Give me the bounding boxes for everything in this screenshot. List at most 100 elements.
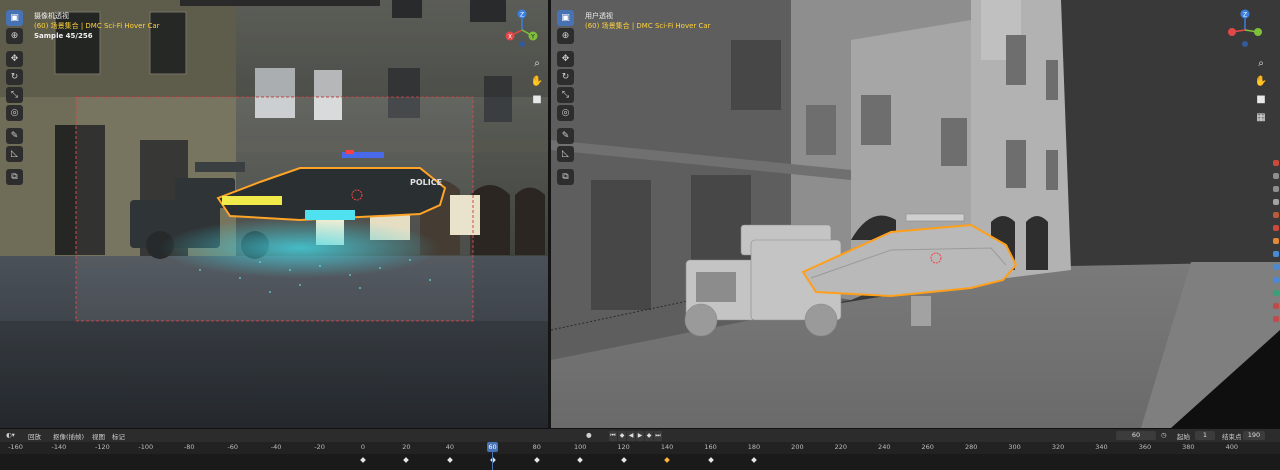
texture-tab-icon[interactable]	[1273, 316, 1279, 322]
measure-icon[interactable]: ◺	[6, 146, 23, 162]
menu-playback[interactable]: 回放	[28, 431, 41, 441]
ruler-tick: 340	[1095, 443, 1108, 451]
keyframe-track[interactable]	[0, 454, 1280, 470]
start-frame-field[interactable]: 1	[1195, 431, 1215, 440]
ruler-tick: 320	[1051, 443, 1065, 451]
keyframe-diamond[interactable]	[707, 457, 714, 463]
properties-tab-strip	[1272, 160, 1280, 329]
transform-icon[interactable]: ◎	[557, 105, 574, 121]
move-icon[interactable]: ✥	[557, 51, 574, 67]
svg-text:Z: Z	[520, 12, 524, 19]
frame-ruler[interactable]: -160 -140 -120 -100 -80 -60 -40 -20 0 20 40 60 80 100…	[0, 442, 1280, 454]
measure-icon[interactable]: ◺	[557, 146, 574, 162]
playhead-frame-indicator[interactable]: 60	[487, 442, 498, 452]
pan-hand-icon[interactable]: ✋	[1254, 74, 1268, 88]
current-frame-field[interactable]: 60	[1116, 431, 1156, 440]
add-cube-icon[interactable]: ⧉	[6, 169, 23, 185]
svg-text:X: X	[508, 34, 512, 41]
ruler-tick: -60	[227, 443, 238, 451]
select-box-icon[interactable]: ▣	[557, 10, 574, 26]
solid-scene-image	[551, 0, 1280, 428]
playback-controls: ⏮ ◆ ◀ ▶ ◆ ⏭	[609, 431, 662, 441]
object-tab-icon[interactable]	[1273, 238, 1279, 244]
start-frame-label: 起始	[1177, 433, 1190, 441]
particles-tab-icon[interactable]	[1273, 264, 1279, 270]
grid-view-icon[interactable]: ▦	[1254, 110, 1268, 124]
annotate-icon[interactable]: ✎	[6, 128, 23, 144]
keyframe-diamond[interactable]	[620, 457, 627, 463]
record-button[interactable]: ●	[586, 431, 592, 439]
keyframe-diamond[interactable]	[577, 457, 584, 463]
ruler-tick: 140	[660, 443, 674, 451]
cursor-icon[interactable]: ⊕	[6, 28, 23, 44]
ruler-tick: 200	[791, 443, 804, 451]
viewport-title: 摄像机透视	[34, 12, 69, 20]
add-cube-icon[interactable]: ⧉	[557, 169, 574, 185]
ruler-tick: 80	[532, 443, 541, 451]
viewport-header-strip[interactable]	[180, 0, 380, 6]
keyframe-diamond[interactable]	[403, 457, 410, 463]
view-layer-tab-icon[interactable]	[1273, 199, 1279, 205]
ruler-tick: 300	[1008, 443, 1021, 451]
camera-viewport[interactable]: POLICE 摄像机透视 (60) 场景集合 | DMC Sci-Fi Hove…	[0, 0, 548, 428]
rotate-icon[interactable]: ↻	[6, 69, 23, 85]
ruler-tick: 0	[360, 443, 366, 451]
menu-view[interactable]: 视图	[92, 431, 105, 441]
ruler-tick: 280	[964, 443, 978, 451]
tool-shelf: ▣ ⊕ ✥ ↻ ⤡ ◎ ✎ ◺ ⧉	[6, 10, 23, 187]
timeline-editor-icon[interactable]: ◐▾	[6, 431, 15, 439]
jump-end-icon[interactable]: ⏭	[654, 431, 662, 441]
next-keyframe-icon[interactable]: ◆	[645, 431, 653, 441]
camera-view-icon[interactable]: ■	[530, 92, 544, 106]
physics-tab-icon[interactable]	[1273, 277, 1279, 283]
jump-start-icon[interactable]: ⏮	[609, 431, 617, 441]
ruler-tick: -120	[94, 443, 110, 451]
camera-view-icon[interactable]: ■	[1254, 92, 1268, 106]
user-perspective-viewport[interactable]: 用户透视 (60) 场景集合 | DMC Sci-Fi Hover Car ▣ …	[551, 0, 1280, 428]
cursor-icon[interactable]: ⊕	[557, 28, 574, 44]
keyframe-diamond[interactable]	[751, 457, 757, 463]
svg-text:Z: Z	[1243, 12, 1247, 19]
ruler-tick: -20	[314, 443, 325, 451]
keyframe-diamond[interactable]	[664, 457, 670, 463]
navigation-gizmo[interactable]: Z X Y	[500, 8, 544, 50]
pan-hand-icon[interactable]: ✋	[530, 74, 544, 88]
rotate-icon[interactable]: ↻	[557, 69, 574, 85]
material-tab-icon[interactable]	[1273, 303, 1279, 309]
ruler-tick: 260	[921, 443, 934, 451]
timer-icon[interactable]: ◷	[1161, 431, 1167, 439]
constraints-tab-icon[interactable]	[1273, 290, 1279, 296]
output-tab-icon[interactable]	[1273, 186, 1279, 192]
zoom-icon[interactable]: ⌕	[1254, 56, 1268, 70]
scale-icon[interactable]: ⤡	[557, 87, 574, 103]
transform-icon[interactable]: ◎	[6, 105, 23, 121]
keyframe-diamond[interactable]	[447, 457, 453, 463]
navigation-gizmo-right[interactable]: Z	[1223, 8, 1267, 50]
select-box-icon[interactable]: ▣	[6, 10, 23, 26]
prev-keyframe-icon[interactable]: ◆	[618, 431, 626, 441]
rendered-scene-image: POLICE	[0, 0, 548, 428]
zoom-icon[interactable]: ⌕	[530, 56, 544, 70]
render-sample-counter: Sample 45/256	[34, 32, 93, 40]
play-icon[interactable]: ▶	[636, 431, 644, 441]
play-reverse-icon[interactable]: ◀	[627, 431, 635, 441]
ruler-tick: -80	[183, 443, 195, 451]
scale-icon[interactable]: ⤡	[6, 87, 23, 103]
keyframe-diamond[interactable]	[533, 457, 540, 463]
ruler-tick: 100	[573, 443, 587, 451]
ruler-tick: -140	[51, 443, 67, 451]
menu-keying[interactable]: 抠像(插帧)	[53, 431, 84, 441]
world-tab-icon[interactable]	[1273, 225, 1279, 231]
end-frame-field[interactable]: 190	[1243, 431, 1265, 440]
move-icon[interactable]: ✥	[6, 51, 23, 67]
modifier-tab-icon[interactable]	[1273, 251, 1279, 257]
ruler-tick: 380	[1182, 443, 1195, 451]
scene-tab-icon[interactable]	[1273, 212, 1279, 218]
keyframe-diamond[interactable]	[360, 457, 366, 463]
annotate-icon[interactable]: ✎	[557, 128, 574, 144]
timeline-header: ◐▾ 回放 抠像(插帧) 视图 标记 ● ⏮ ◆ ◀ ▶ ◆ ⏭ 60 ◷ 起始…	[0, 428, 1280, 443]
tool-tab-icon[interactable]	[1273, 160, 1279, 166]
svg-text:Y: Y	[530, 34, 535, 41]
render-tab-icon[interactable]	[1273, 173, 1279, 179]
menu-marker[interactable]: 标记	[112, 431, 125, 441]
